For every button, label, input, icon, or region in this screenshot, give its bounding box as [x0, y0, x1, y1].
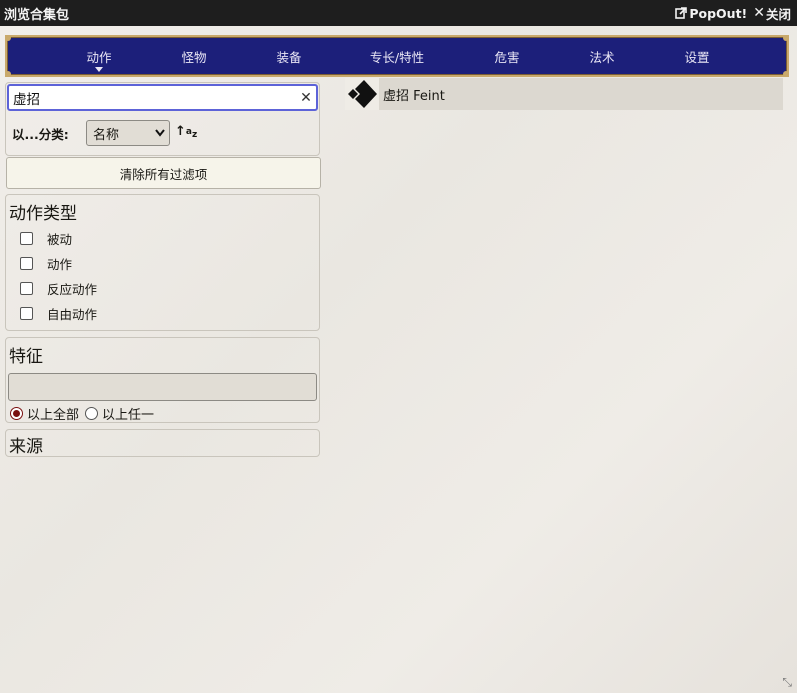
close-label: 关闭	[765, 6, 791, 22]
tab-equipment[interactable]: 装备	[267, 37, 311, 75]
radio-all[interactable]	[10, 406, 23, 420]
radio-any[interactable]	[85, 406, 99, 420]
external-link-icon	[675, 7, 688, 19]
traits-section: 特征 以上全部 以上任一	[5, 337, 320, 423]
nav-corner-ornament	[5, 71, 11, 77]
checkbox-label: 反应动作	[47, 282, 98, 297]
radio-any-label: 以上任一	[102, 407, 155, 423]
close-icon[interactable]: ✕	[296, 90, 316, 106]
checkbox-free-action[interactable]: 自由动作	[6, 301, 319, 326]
resize-handle-icon[interactable]: ⤡	[782, 675, 792, 690]
popout-button[interactable]: PopOut!	[675, 6, 747, 21]
window-body: 动作 怪物 装备 专长/特性 危害 法术 设置 ✕ 以...分类: 名称 ↑az…	[0, 26, 797, 693]
chevron-down-icon	[155, 129, 165, 137]
checkbox[interactable]	[20, 257, 33, 270]
checkbox-action[interactable]: 动作	[6, 251, 319, 276]
action-type-title: 动作类型	[9, 204, 77, 224]
sort-asc-icon[interactable]: ↑az	[175, 124, 197, 140]
traits-mode: 以上全部 以上任一	[6, 401, 319, 425]
source-title: 来源	[9, 437, 43, 457]
result-name: 虚招 Feint	[383, 88, 445, 104]
checkbox[interactable]	[20, 232, 33, 245]
close-icon: ✕	[753, 5, 765, 21]
tab-settings[interactable]: 设置	[675, 37, 719, 75]
sort-label: 以...分类:	[12, 126, 69, 142]
search-field[interactable]: ✕	[7, 84, 318, 111]
nav-corner-ornament	[783, 71, 789, 77]
nav-corner-ornament	[783, 35, 789, 41]
window-titlebar: 浏览合集包 PopOut! ✕ 关闭	[0, 0, 797, 26]
tab-bestiary[interactable]: 怪物	[172, 37, 216, 75]
checkbox-label: 被动	[47, 232, 73, 247]
popout-label: PopOut!	[689, 5, 748, 21]
tab-hazards[interactable]: 危害	[485, 37, 529, 75]
sort-selected-value: 名称	[93, 127, 120, 143]
close-button[interactable]: ✕ 关闭	[753, 4, 791, 23]
result-item[interactable]: 虚招 Feint	[345, 78, 783, 110]
checkbox[interactable]	[20, 307, 33, 320]
checkbox-passive[interactable]: 被动	[6, 226, 319, 251]
checkbox-reaction[interactable]: 反应动作	[6, 276, 319, 301]
checkbox-label: 动作	[47, 257, 73, 272]
search-input[interactable]	[9, 89, 296, 106]
tab-actions[interactable]: 动作	[77, 37, 121, 75]
traits-input[interactable]	[8, 373, 317, 401]
radio-all-label: 以上全部	[27, 407, 80, 423]
tab-feats[interactable]: 专长/特性	[357, 37, 437, 75]
single-action-icon	[345, 78, 379, 110]
window-title: 浏览合集包	[4, 7, 70, 23]
traits-title: 特征	[9, 347, 43, 367]
clear-filters-button[interactable]: 清除所有过滤项	[6, 157, 321, 189]
checkbox[interactable]	[20, 282, 33, 295]
sort-select[interactable]: 名称	[86, 120, 170, 146]
tab-spells[interactable]: 法术	[580, 37, 624, 75]
action-type-section: 动作类型 被动 动作 反应动作 自由动作	[5, 194, 320, 331]
nav-corner-ornament	[5, 35, 11, 41]
checkbox-label: 自由动作	[47, 307, 98, 322]
source-section[interactable]: 来源	[5, 429, 320, 457]
category-nav: 动作 怪物 装备 专长/特性 危害 法术 设置	[5, 35, 789, 77]
